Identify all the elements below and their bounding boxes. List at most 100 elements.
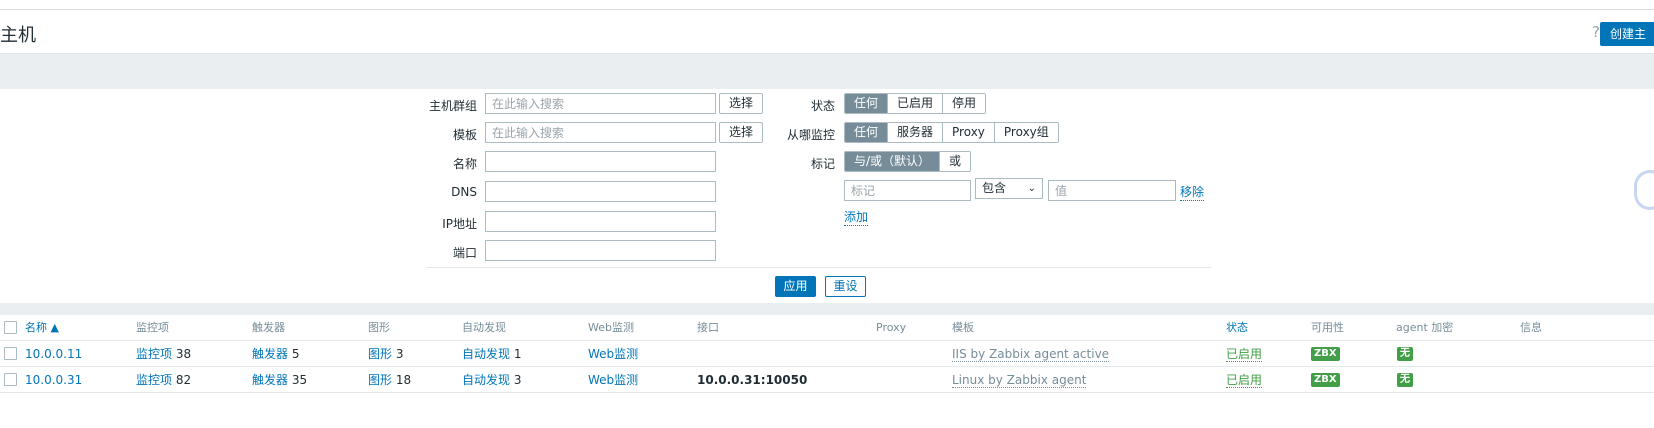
help-icon[interactable]: ? bbox=[1592, 23, 1600, 41]
template-label: 模板 bbox=[452, 128, 477, 142]
filter-tab-bar bbox=[0, 53, 1654, 89]
col-status[interactable]: 状态 bbox=[1226, 315, 1248, 341]
tag-name-input[interactable] bbox=[844, 180, 971, 201]
tags-label: 标记 bbox=[810, 157, 835, 171]
items-cell: 监控项 38 bbox=[136, 341, 191, 367]
monitored-by-radio-group: 任何 服务器 Proxy Proxy组 bbox=[844, 122, 1059, 143]
web-link[interactable]: Web监测 bbox=[588, 367, 638, 393]
graphs-cell: 图形 3 bbox=[368, 341, 403, 367]
row-checkbox[interactable] bbox=[4, 373, 17, 386]
table-row: 10.0.0.31 监控项 82 触发器 35 图形 18 自动发现 3 Web… bbox=[0, 367, 1654, 393]
template-cell: IIS by Zabbix agent active bbox=[952, 341, 1110, 367]
graphs-link[interactable]: 图形 bbox=[368, 347, 392, 361]
tags-or[interactable]: 或 bbox=[939, 152, 971, 171]
hostgroup-label: 主机群组 bbox=[428, 99, 477, 113]
tag-remove-link[interactable]: 移除 bbox=[1180, 183, 1205, 201]
select-all-checkbox[interactable] bbox=[4, 321, 17, 334]
filter-bottom-band bbox=[0, 303, 1654, 315]
filter-panel: 主机群组 选择 模板 选择 名称 DNS IP地址 端口 状态 任何 已启用 停… bbox=[0, 89, 1654, 321]
status-disabled[interactable]: 停用 bbox=[942, 94, 986, 113]
create-host-button[interactable]: 创建主 bbox=[1599, 22, 1654, 46]
tag-operator-value: 包含 bbox=[982, 181, 1007, 195]
web-link[interactable]: Web监测 bbox=[588, 341, 638, 367]
dns-input[interactable] bbox=[485, 181, 716, 202]
encryption-badge: 无 bbox=[1397, 347, 1413, 361]
monitored-by-any[interactable]: 任何 bbox=[845, 123, 888, 142]
triggers-count: 5 bbox=[291, 347, 300, 361]
triggers-count: 35 bbox=[291, 373, 308, 387]
tag-operator-select[interactable]: 包含 ⌄ bbox=[975, 178, 1043, 199]
triggers-cell: 触发器 5 bbox=[252, 341, 299, 367]
col-name[interactable]: 名称 ▲ bbox=[25, 315, 59, 341]
tags-evaltype-group: 与/或（默认） 或 bbox=[844, 151, 972, 172]
items-count: 38 bbox=[175, 347, 192, 361]
page-bottom bbox=[0, 394, 1654, 428]
col-encryption: agent 加密 bbox=[1396, 321, 1454, 334]
filter-divider bbox=[426, 267, 1212, 268]
hostgroup-input[interactable] bbox=[485, 93, 716, 114]
status-radio-group: 任何 已启用 停用 bbox=[844, 93, 987, 114]
interface-cell: 10.0.0.31:10050 bbox=[697, 373, 808, 387]
discovery-link[interactable]: 自动发现 bbox=[462, 373, 510, 387]
status-toggle[interactable]: 已启用 bbox=[1226, 347, 1263, 362]
zbx-availability-badge[interactable]: ZBX bbox=[1311, 347, 1340, 361]
tags-and-or[interactable]: 与/或（默认） bbox=[845, 152, 940, 171]
template-input[interactable] bbox=[485, 122, 716, 143]
template-link[interactable]: Linux by Zabbix agent bbox=[952, 373, 1087, 388]
discovery-count: 1 bbox=[513, 347, 522, 361]
monitored-by-server[interactable]: 服务器 bbox=[887, 123, 943, 142]
template-link[interactable]: IIS by Zabbix agent active bbox=[952, 347, 1110, 362]
dns-label: DNS bbox=[451, 185, 477, 199]
discovery-link[interactable]: 自动发现 bbox=[462, 347, 510, 361]
reset-button[interactable]: 重设 bbox=[825, 276, 866, 297]
col-interface: 接口 bbox=[697, 321, 719, 334]
ip-label: IP地址 bbox=[442, 217, 477, 231]
items-count: 82 bbox=[175, 373, 192, 387]
discovery-cell: 自动发现 1 bbox=[462, 341, 521, 367]
status-toggle[interactable]: 已启用 bbox=[1226, 373, 1263, 388]
table-row: 10.0.0.11 监控项 38 触发器 5 图形 3 自动发现 1 Web监测… bbox=[0, 341, 1654, 367]
monitored-by-label: 从哪监控 bbox=[786, 128, 835, 142]
table-header-row: 名称 ▲ 监控项 触发器 图形 自动发现 Web监测 接口 Proxy 模板 状… bbox=[0, 315, 1654, 341]
graphs-count: 18 bbox=[395, 373, 412, 387]
col-availability: 可用性 bbox=[1311, 321, 1344, 334]
host-name-link[interactable]: 10.0.0.31 bbox=[25, 367, 82, 393]
apply-button[interactable]: 应用 bbox=[775, 276, 816, 297]
zbx-availability-badge[interactable]: ZBX bbox=[1311, 373, 1340, 387]
ip-input[interactable] bbox=[485, 211, 716, 232]
port-input[interactable] bbox=[485, 240, 716, 261]
discovery-count: 3 bbox=[513, 373, 522, 387]
status-enabled[interactable]: 已启用 bbox=[887, 94, 943, 113]
row-checkbox[interactable] bbox=[4, 347, 17, 360]
triggers-link[interactable]: 触发器 bbox=[252, 373, 288, 387]
col-web: Web监测 bbox=[588, 321, 634, 334]
col-templates: 模板 bbox=[952, 321, 974, 334]
status-any[interactable]: 任何 bbox=[845, 94, 888, 113]
graphs-cell: 图形 18 bbox=[368, 367, 411, 393]
col-discovery: 自动发现 bbox=[462, 321, 506, 334]
col-items: 监控项 bbox=[136, 321, 169, 334]
items-link[interactable]: 监控项 bbox=[136, 373, 172, 387]
items-cell: 监控项 82 bbox=[136, 367, 191, 393]
monitored-by-proxy-group[interactable]: Proxy组 bbox=[993, 123, 1058, 142]
triggers-cell: 触发器 35 bbox=[252, 367, 307, 393]
name-label: 名称 bbox=[452, 157, 477, 171]
monitored-by-proxy[interactable]: Proxy bbox=[942, 123, 994, 142]
discovery-cell: 自动发现 3 bbox=[462, 367, 521, 393]
col-triggers: 触发器 bbox=[252, 321, 285, 334]
name-input[interactable] bbox=[485, 151, 716, 172]
tag-value-input[interactable] bbox=[1048, 180, 1176, 201]
items-link[interactable]: 监控项 bbox=[136, 347, 172, 361]
graphs-link[interactable]: 图形 bbox=[368, 373, 392, 387]
page-header: 主机 ? 创建主 bbox=[0, 10, 1654, 52]
col-proxy: Proxy bbox=[876, 321, 907, 334]
status-cell: 已启用 bbox=[1226, 367, 1263, 393]
triggers-link[interactable]: 触发器 bbox=[252, 347, 288, 361]
status-cell: 已启用 bbox=[1226, 341, 1263, 367]
status-label: 状态 bbox=[810, 99, 835, 113]
chevron-down-icon: ⌄ bbox=[1027, 183, 1036, 194]
host-name-link[interactable]: 10.0.0.11 bbox=[25, 341, 82, 367]
graphs-count: 3 bbox=[395, 347, 404, 361]
tag-add-link[interactable]: 添加 bbox=[844, 208, 869, 226]
top-edge bbox=[0, 0, 1654, 10]
